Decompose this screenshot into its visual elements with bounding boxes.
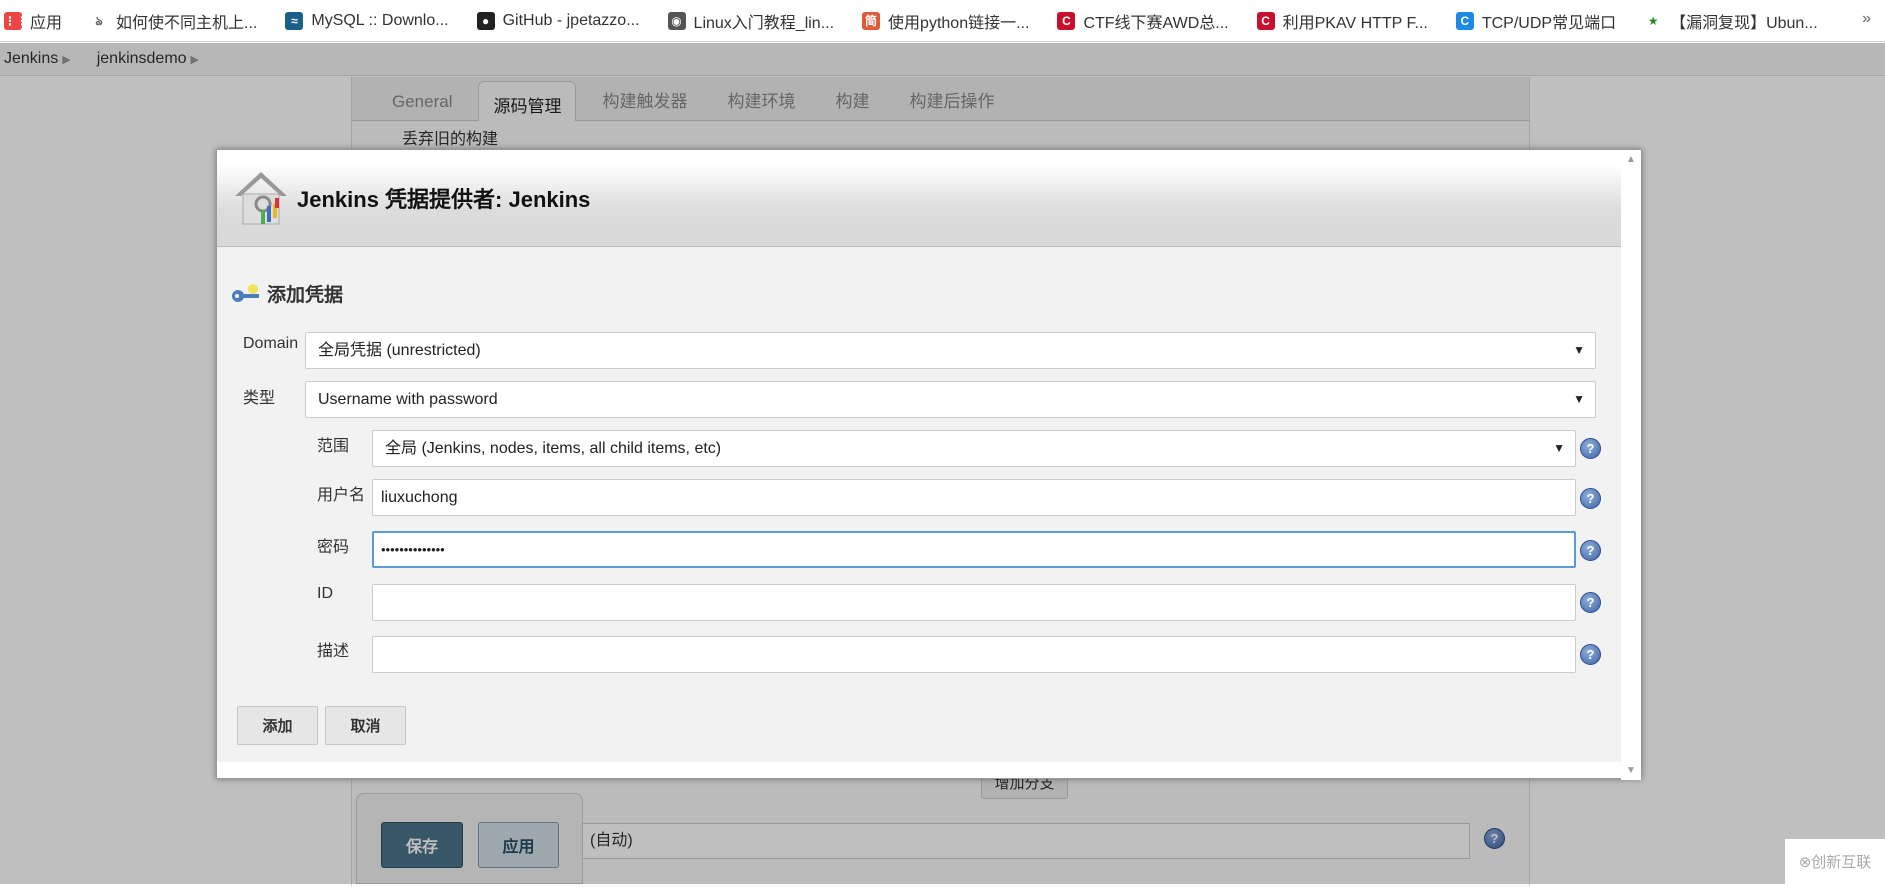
c-red-icon: C <box>1256 11 1275 30</box>
credentials-house-icon <box>235 172 287 225</box>
bookmark-label: TCP/UDP常见端口 <box>1481 14 1617 32</box>
bookmark-item[interactable]: ● GitHub - jpetazzo... <box>476 11 640 30</box>
section-title: 添加凭据 <box>267 285 344 306</box>
bookmark-item[interactable]: C CTF线下赛AWD总... <box>1057 9 1229 33</box>
bookmark-item[interactable]: ★ 【漏洞复现】Ubun... <box>1644 9 1818 33</box>
bookmark-label: 使用python链接一... <box>888 14 1030 32</box>
kind-label: 类型 <box>243 390 276 407</box>
scroll-down-icon[interactable]: ▼ <box>1626 765 1636 776</box>
jian-icon: 简 <box>862 11 881 30</box>
bookmark-label: Linux入门教程_lin... <box>693 14 835 32</box>
key-icon <box>232 283 259 302</box>
section-heading: 添加凭据 <box>231 280 343 307</box>
id-label: ID <box>317 585 333 602</box>
scope-help-icon[interactable]: ? <box>1580 438 1601 459</box>
dropdown-arrow-icon: ▼ <box>1573 392 1585 406</box>
c-red-icon: C <box>1057 11 1076 30</box>
apps-grid-icon: ⋮⋮ <box>4 11 28 30</box>
bookmark-label: 【漏洞复现】Ubun... <box>1670 14 1818 32</box>
bookmark-label: MySQL :: Downlo... <box>311 11 449 29</box>
kind-value: Username with password <box>318 391 498 408</box>
password-label: 密码 <box>317 539 350 556</box>
bookmarks-more-button[interactable]: » <box>1862 10 1871 28</box>
description-label: 描述 <box>317 643 350 660</box>
dialog-header: Jenkins 凭据提供者: Jenkins <box>217 150 1621 247</box>
dialog-scrollbar[interactable]: ▲ ▼ <box>1621 150 1641 780</box>
dialog-title: Jenkins 凭据提供者: Jenkins <box>297 187 591 212</box>
scope-select[interactable]: 全局 (Jenkins, nodes, items, all child ite… <box>372 430 1576 467</box>
bookmark-item[interactable]: C 利用PKAV HTTP F... <box>1256 9 1428 33</box>
scroll-up-icon[interactable]: ▲ <box>1626 154 1636 165</box>
scope-label: 范围 <box>317 438 350 455</box>
bookmark-item[interactable]: ≈ MySQL :: Downlo... <box>285 11 449 30</box>
star-icon: ★ <box>1644 11 1663 30</box>
password-help-icon[interactable]: ? <box>1580 540 1601 561</box>
bookmark-label: 如何使不同主机上... <box>116 14 258 32</box>
id-help-icon[interactable]: ? <box>1580 592 1601 613</box>
description-input[interactable] <box>372 636 1576 673</box>
kind-select[interactable]: Username with password ▼ <box>305 381 1596 418</box>
bookmark-label: 利用PKAV HTTP F... <box>1282 14 1428 32</box>
bookmark-item[interactable]: 简使用python链接一... <box>862 9 1029 33</box>
globe-icon: ◉ <box>667 11 686 30</box>
domain-label: Domain <box>243 335 299 352</box>
bookmarks-bar: ⋮⋮ 应用 ঌ 如何使不同主机上... ≈ MySQL :: Downlo... ● GitH… <box>0 0 1885 42</box>
add-button[interactable]: 添加 <box>237 706 318 745</box>
id-input[interactable] <box>372 584 1576 621</box>
paw-icon: ঌ <box>90 11 109 30</box>
username-label: 用户名 <box>317 487 366 504</box>
github-icon: ● <box>476 11 495 30</box>
description-help-icon[interactable]: ? <box>1580 644 1601 665</box>
domain-value: 全局凭据 (unrestricted) <box>318 342 481 359</box>
username-input[interactable]: liuxuchong <box>372 479 1576 516</box>
bookmark-item[interactable]: ⋮⋮ 应用 <box>4 9 62 33</box>
bookmark-item[interactable]: C TCP/UDP常见端口 <box>1455 9 1617 33</box>
dropdown-arrow-icon: ▼ <box>1553 441 1565 455</box>
bookmark-label: 应用 <box>30 14 63 32</box>
username-help-icon[interactable]: ? <box>1580 488 1601 509</box>
mysql-icon: ≈ <box>285 11 304 30</box>
scope-value: 全局 (Jenkins, nodes, items, all child ite… <box>385 440 722 457</box>
password-input[interactable]: •••••••••••••• <box>372 531 1576 568</box>
dropdown-arrow-icon: ▼ <box>1573 343 1585 357</box>
watermark-text: 创新互联 <box>1811 854 1872 871</box>
c-blue-icon: C <box>1455 11 1474 30</box>
bookmark-label: GitHub - jpetazzo... <box>502 11 640 29</box>
bookmark-item[interactable]: ঌ 如何使不同主机上... <box>90 9 257 33</box>
domain-select[interactable]: 全局凭据 (unrestricted) ▼ <box>305 332 1596 369</box>
bookmark-label: CTF线下赛AWD总... <box>1083 14 1229 32</box>
cancel-button[interactable]: 取消 <box>325 706 406 745</box>
add-credentials-dialog: Jenkins 凭据提供者: Jenkins 添加凭据 Domain 全局凭据 … <box>216 149 1642 780</box>
watermark-logo: ⊗ 创新互联 <box>1785 839 1885 884</box>
bookmark-item[interactable]: ◉ Linux入门教程_lin... <box>667 9 835 33</box>
